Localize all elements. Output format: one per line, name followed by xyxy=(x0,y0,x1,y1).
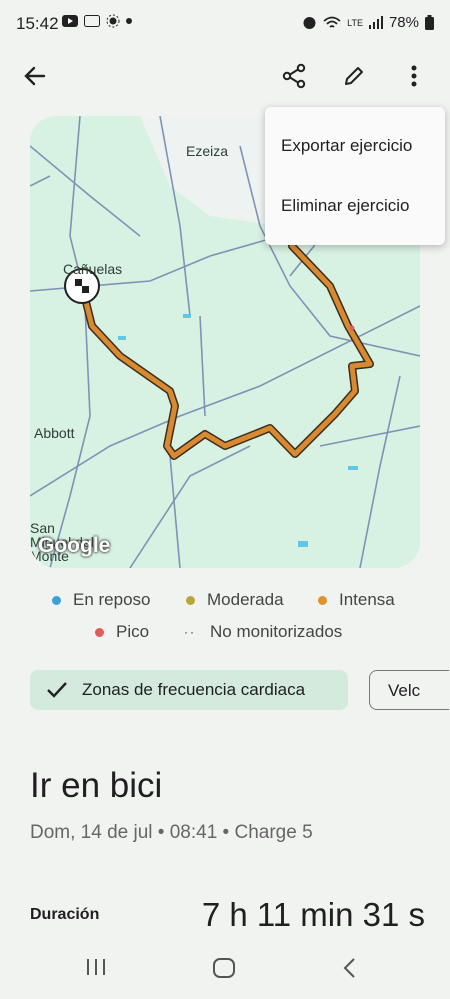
status-notifications xyxy=(62,14,132,28)
alarm-icon xyxy=(303,17,316,29)
legend-dot-rest xyxy=(52,595,61,605)
more-vert-icon xyxy=(411,65,417,87)
chip-speed-label: Velc xyxy=(388,681,421,700)
chip-heart-zones-label: Zonas de frecuencia cardiaca xyxy=(82,680,306,699)
youtube-icon xyxy=(62,15,78,27)
network-type: LTE xyxy=(347,17,363,28)
back-arrow-icon xyxy=(24,66,46,86)
legend-peak: Pico xyxy=(95,622,149,642)
edit-button[interactable] xyxy=(334,56,374,96)
status-time: 15:42 xyxy=(16,14,59,33)
check-icon xyxy=(47,682,67,698)
duration-value: 7 h 11 min 31 s xyxy=(201,896,425,933)
legend-label: Intensa xyxy=(339,590,395,609)
activity-title: Ir en bici xyxy=(30,766,163,805)
menu-item-delete[interactable]: Eliminar ejercicio xyxy=(281,196,409,216)
back-nav-button[interactable] xyxy=(338,957,362,984)
legend-dot-intense xyxy=(318,595,327,605)
menu-item-export[interactable]: Exportar ejercicio xyxy=(281,136,412,156)
activity-subtitle: Dom, 14 de jul • 08:41 • Charge 5 xyxy=(30,822,313,843)
news-icon xyxy=(84,15,100,27)
home-icon xyxy=(213,958,235,978)
legend-rest: En reposo xyxy=(52,590,151,610)
share-icon xyxy=(282,63,306,89)
dot-icon xyxy=(126,18,132,24)
duration-label: Duración xyxy=(30,906,100,923)
chip-heart-zones[interactable]: Zonas de frecuencia cardiaca xyxy=(30,670,348,710)
legend-not-monitored: ·· No monitorizados xyxy=(184,622,342,642)
battery-percent: 78% xyxy=(388,14,419,31)
recent-apps-icon xyxy=(87,959,105,975)
brightness-icon xyxy=(106,14,120,28)
legend-intense: Intensa xyxy=(318,590,395,610)
chip-speed[interactable]: Velc xyxy=(369,670,449,710)
share-button[interactable] xyxy=(274,56,314,96)
back-button[interactable] xyxy=(15,56,55,96)
wifi-icon xyxy=(323,16,341,28)
legend-label: No monitorizados xyxy=(210,622,343,641)
status-bar: 15:42 LTE 78% xyxy=(0,0,450,48)
map-label-abbott: Abbott xyxy=(34,425,75,441)
battery-icon xyxy=(425,15,434,30)
map-label-canuelas: Cañuelas xyxy=(63,261,123,277)
map-label-ezeiza: Ezeiza xyxy=(186,143,229,159)
legend-dots-not-monitored: ·· xyxy=(184,625,196,639)
status-right: LTE 78% xyxy=(302,14,434,31)
recent-apps-button[interactable] xyxy=(84,956,108,983)
signal-icon xyxy=(368,16,383,29)
legend-label: Moderada xyxy=(207,590,284,609)
legend-label: En reposo xyxy=(73,590,151,609)
legend-moderate: Moderada xyxy=(186,590,284,610)
home-button[interactable] xyxy=(212,957,236,984)
google-logo: Google xyxy=(38,534,111,557)
legend-dot-peak xyxy=(95,627,104,637)
back-chevron-icon xyxy=(343,958,355,978)
legend-dot-moderate xyxy=(186,595,195,605)
overflow-menu: Exportar ejercicio Eliminar ejercicio xyxy=(265,107,445,245)
app-bar xyxy=(0,48,450,104)
legend-label: Pico xyxy=(116,622,150,641)
more-options-button[interactable] xyxy=(394,56,434,96)
pencil-icon xyxy=(345,67,363,85)
system-nav-bar xyxy=(0,940,450,999)
